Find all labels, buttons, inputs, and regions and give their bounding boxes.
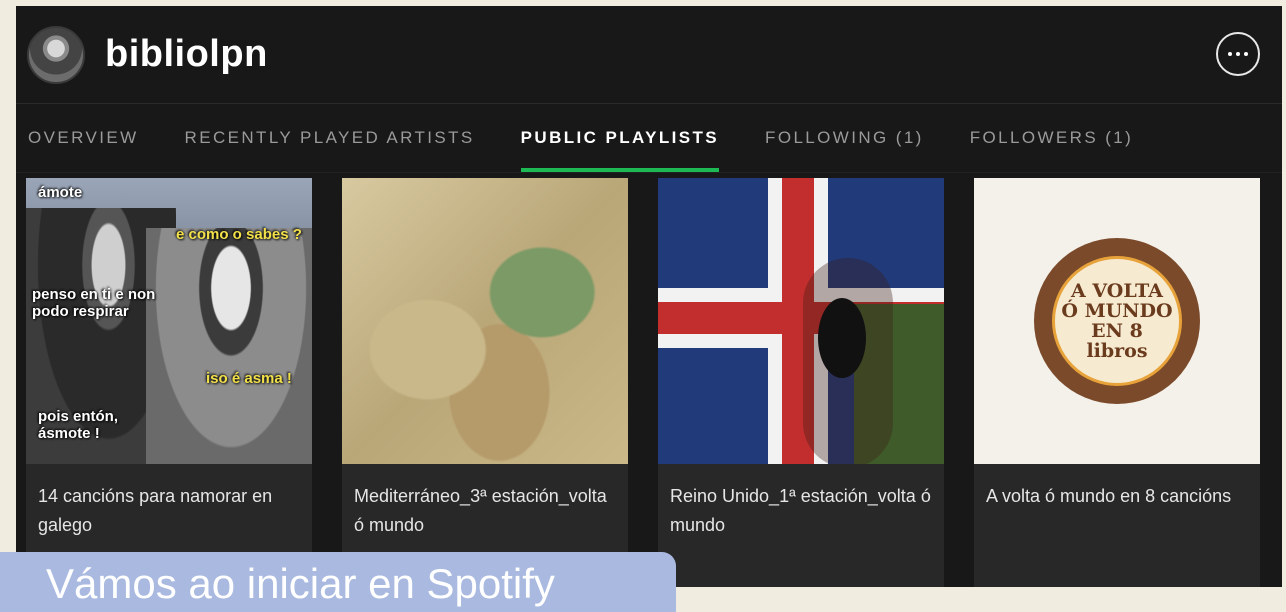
tab-following[interactable]: FOLLOWING (1) <box>765 104 924 172</box>
playlist-card[interactable]: A VOLTA Ó MUNDO EN 8 libros A volta ó mu… <box>974 178 1260 587</box>
playlist-card[interactable]: Reino Unido_1ª estación_volta ó mundo <box>658 178 944 587</box>
playlist-title[interactable]: Reino Unido_1ª estación_volta ó mundo <box>658 464 944 540</box>
cover-text: penso en ti e non podo respirar <box>32 286 156 320</box>
playlist-title[interactable]: A volta ó mundo en 8 cancións <box>974 464 1260 511</box>
playlist-title[interactable]: Mediterráneo_3ª estación_volta ó mundo <box>342 464 628 540</box>
playlist-title[interactable]: 14 cancións para namorar en galego <box>26 464 312 540</box>
playlist-cover[interactable] <box>342 178 628 464</box>
tab-overview[interactable]: OVERVIEW <box>28 104 139 172</box>
profile-username: bibliolpn <box>105 33 268 75</box>
profile-tabs: OVERVIEW RECENTLY PLAYED ARTISTS PUBLIC … <box>16 104 1282 173</box>
playlist-cover[interactable]: ámote e como o sabes ? penso en ti e non… <box>26 178 312 464</box>
spotify-profile-window: bibliolpn OVERVIEW RECENTLY PLAYED ARTIS… <box>16 6 1282 587</box>
cover-text: ámote <box>38 184 83 201</box>
more-icon <box>1228 52 1232 56</box>
playlist-cover[interactable]: A VOLTA Ó MUNDO EN 8 libros <box>974 178 1260 464</box>
cover-text: A VOLTA <box>1071 280 1163 302</box>
playlist-card[interactable]: Mediterráneo_3ª estación_volta ó mundo <box>342 178 628 587</box>
cover-text: Ó MUNDO <box>1061 300 1173 322</box>
tab-recently-played-artists[interactable]: RECENTLY PLAYED ARTISTS <box>185 104 475 172</box>
caption-overlay: Vámos ao iniciar en Spotify <box>0 552 676 612</box>
tab-followers[interactable]: FOLLOWERS (1) <box>970 104 1133 172</box>
more-options-button[interactable] <box>1216 32 1260 76</box>
playlist-grid: ámote e como o sabes ? penso en ti e non… <box>26 178 1260 587</box>
cover-text: e como o sabes ? <box>176 226 302 243</box>
playlist-card[interactable]: ámote e como o sabes ? penso en ti e non… <box>26 178 312 587</box>
cover-text: iso é asma ! <box>206 370 292 387</box>
cover-badge: A VOLTA Ó MUNDO EN 8 libros <box>1052 256 1182 386</box>
profile-header: bibliolpn <box>16 6 1282 104</box>
cover-text: pois entón, ásmote ! <box>38 408 118 442</box>
cover-text: libros <box>1086 340 1148 362</box>
cover-text: EN 8 <box>1091 320 1143 342</box>
tab-public-playlists[interactable]: PUBLIC PLAYLISTS <box>520 104 720 172</box>
avatar[interactable] <box>27 25 85 84</box>
playlist-cover[interactable] <box>658 178 944 464</box>
